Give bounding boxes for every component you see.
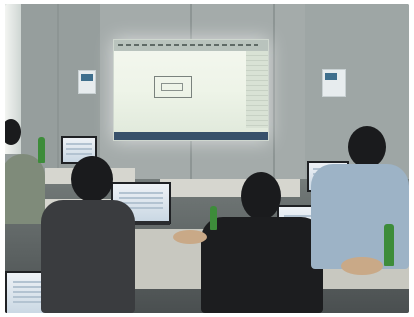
wall-poster — [78, 70, 96, 94]
green-bottle — [384, 224, 394, 266]
projected-side-panel — [246, 51, 268, 128]
projected-screen — [113, 39, 269, 141]
head — [241, 172, 281, 220]
projected-taskbar — [114, 132, 268, 140]
food-plate — [173, 230, 207, 244]
projected-toolbar — [114, 40, 268, 51]
torso — [311, 164, 409, 269]
classroom-photo — [5, 4, 409, 313]
food-plate — [341, 257, 383, 275]
head — [71, 156, 113, 202]
torso — [201, 217, 323, 313]
wall-seam — [273, 4, 275, 179]
torso — [5, 154, 45, 224]
head — [348, 126, 386, 168]
wall-seam — [57, 4, 59, 179]
torso — [41, 200, 135, 313]
green-bottle — [210, 206, 217, 230]
wall-poster — [322, 69, 346, 97]
projected-drawing — [154, 76, 192, 98]
green-bottle — [38, 137, 45, 163]
